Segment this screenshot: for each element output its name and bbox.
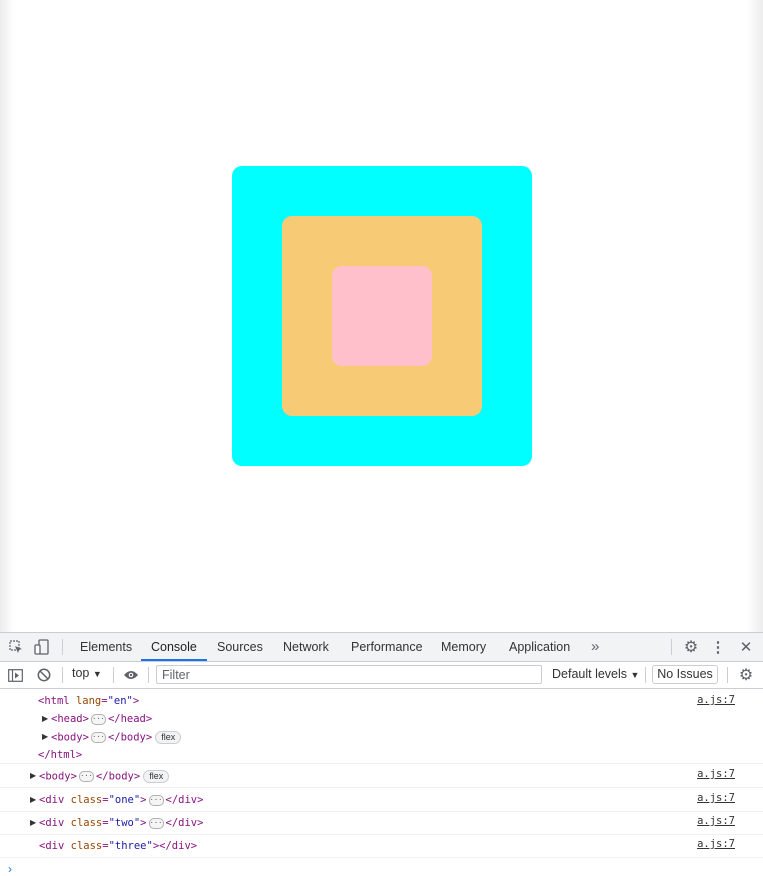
log-levels-label: Default levels [552, 667, 628, 681]
context-selector[interactable]: top ▼ [72, 666, 102, 680]
issues-button[interactable]: No Issues [652, 665, 718, 684]
expand-triangle-icon[interactable]: ▶ [42, 732, 48, 741]
devtools-panel: Elements Console Sources Network Perform… [0, 632, 763, 876]
tab-console[interactable]: Console [141, 633, 207, 661]
close-devtools-icon[interactable]: ✕ [738, 638, 754, 656]
toolbar-divider [671, 639, 672, 655]
console-message: ▶ <div class="two"> ··· </div> a.js:7 [0, 811, 763, 835]
clear-console-icon[interactable] [36, 667, 52, 683]
body-node[interactable]: <body> ··· </body> flex [39, 770, 170, 783]
ellipsis-icon[interactable]: ··· [90, 732, 106, 743]
ellipsis-icon[interactable]: ··· [90, 713, 106, 725]
source-link[interactable]: a.js:7 [697, 768, 735, 780]
tab-application[interactable]: Application [499, 633, 580, 661]
expand-triangle-icon[interactable]: ▶ [30, 818, 36, 827]
ellipsis-icon[interactable]: ··· [78, 771, 94, 782]
context-label: top [72, 666, 90, 680]
head-node[interactable]: <head> ··· </head> [51, 713, 152, 725]
more-options-icon[interactable]: ⋮ [711, 638, 726, 656]
console-message: <div class="three"></div> a.js:7 [0, 834, 763, 858]
ellipsis-icon[interactable]: ··· [148, 794, 164, 806]
log-levels-dropdown[interactable]: Default levels ▼ [552, 667, 639, 681]
devtools-tabbar: Elements Console Sources Network Perform… [0, 633, 763, 662]
settings-gear-icon[interactable]: ⚙ [682, 638, 700, 656]
toolbar-divider [645, 667, 646, 683]
div-two-node[interactable]: <div class="two"> ··· </div> [39, 817, 203, 829]
filter-input[interactable]: Filter [156, 665, 542, 684]
more-tabs-icon[interactable]: » [581, 633, 609, 661]
div-three [332, 266, 432, 366]
console-toolbar: top ▼ Filter Default levels ▼ No Issues … [0, 662, 763, 689]
source-link[interactable]: a.js:7 [697, 694, 735, 706]
html-open-line[interactable]: <html lang="en"> [38, 695, 139, 707]
toolbar-divider [62, 639, 63, 655]
tab-network[interactable]: Network [273, 633, 339, 661]
tab-sources[interactable]: Sources [207, 633, 273, 661]
ellipsis-icon[interactable]: ··· [148, 817, 164, 829]
page-viewport [0, 0, 763, 632]
console-settings-gear-icon[interactable]: ⚙ [737, 666, 755, 684]
source-link[interactable]: a.js:7 [697, 792, 735, 804]
console-prompt-icon[interactable]: › [8, 862, 12, 876]
tab-elements[interactable]: Elements [70, 633, 142, 661]
flex-badge[interactable]: flex [143, 770, 170, 783]
device-toolbar-icon[interactable] [34, 639, 50, 655]
flex-badge[interactable]: flex [155, 731, 182, 744]
body-node[interactable]: <body> ··· </body> flex [51, 731, 182, 744]
dropdown-arrow-icon: ▼ [92, 669, 102, 679]
sidebar-toggle-icon[interactable] [7, 667, 23, 683]
console-message: ▶ <body> ··· </body> flex a.js:7 [0, 764, 763, 788]
toolbar-divider [727, 667, 728, 683]
source-link[interactable]: a.js:7 [697, 815, 735, 827]
expand-triangle-icon[interactable]: ▶ [30, 795, 36, 804]
console-message: ▶ <div class="one"> ··· </div> a.js:7 [0, 788, 763, 812]
expand-triangle-icon[interactable]: ▶ [42, 714, 48, 723]
div-three-node[interactable]: <div class="three"></div> [39, 840, 197, 852]
live-expression-eye-icon[interactable] [122, 667, 140, 683]
expand-triangle-icon[interactable]: ▶ [30, 771, 36, 780]
console-message: <html lang="en"> ▶ <head> ··· </head> ▶ <b… [0, 689, 763, 764]
toolbar-divider [62, 667, 63, 683]
inspect-element-icon[interactable] [8, 639, 24, 655]
tab-memory[interactable]: Memory [431, 633, 496, 661]
dropdown-arrow-icon: ▼ [630, 670, 640, 680]
source-link[interactable]: a.js:7 [697, 838, 735, 850]
toolbar-divider [113, 667, 114, 683]
toolbar-divider [148, 667, 149, 683]
html-close-line: </html> [38, 749, 83, 761]
div-one-node[interactable]: <div class="one"> ··· </div> [39, 794, 203, 806]
tab-performance[interactable]: Performance [341, 633, 433, 661]
